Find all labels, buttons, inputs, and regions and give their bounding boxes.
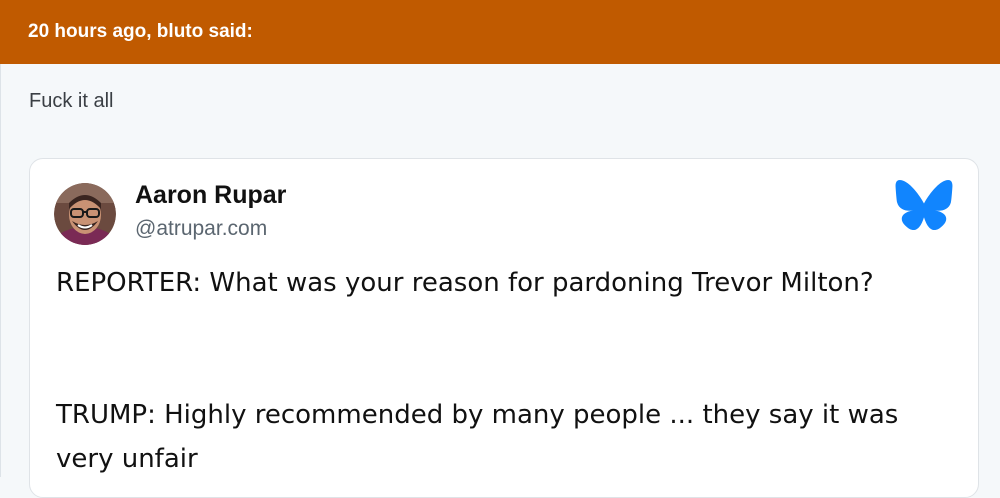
- post-text: REPORTER: What was your reason for pardo…: [56, 261, 946, 481]
- author-handle[interactable]: @atrupar.com: [135, 217, 267, 241]
- bluesky-butterfly-icon[interactable]: [894, 179, 954, 231]
- avatar-photo-icon: [54, 183, 116, 245]
- author-name[interactable]: Aaron Rupar: [135, 181, 286, 210]
- paragraph-spacer: [56, 305, 946, 393]
- quote-header: 20 hours ago, bluto said:: [0, 0, 1000, 64]
- quote-attribution[interactable]: 20 hours ago, bluto said:: [28, 21, 253, 43]
- bluesky-embed-card[interactable]: Aaron Rupar @atrupar.com REPORTER: What …: [29, 158, 979, 498]
- avatar[interactable]: [54, 183, 116, 245]
- quote-body: Fuck it all Aaron Rupar @atrupar.com REP…: [0, 64, 1000, 498]
- quote-text: Fuck it all: [29, 90, 114, 112]
- post-paragraph: TRUMP: Highly recommended by many people…: [56, 400, 899, 474]
- post-paragraph: REPORTER: What was your reason for pardo…: [56, 268, 874, 298]
